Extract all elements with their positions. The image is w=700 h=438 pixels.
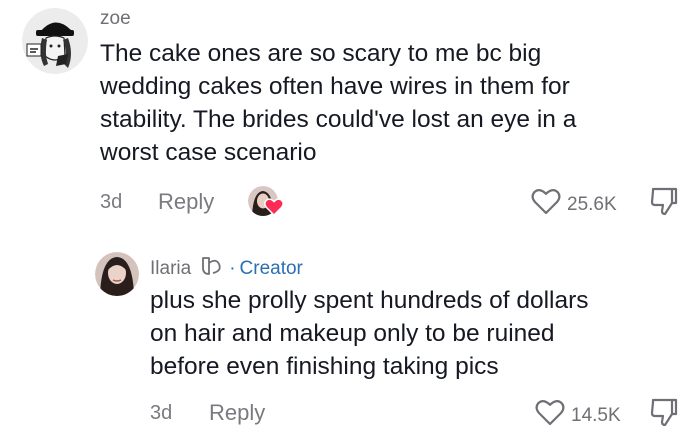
- badge-separator: ·: [229, 258, 236, 279]
- comment-username[interactable]: zoe: [100, 8, 131, 30]
- thumbs-down-icon[interactable]: [650, 397, 678, 432]
- like-count: 14.5K: [571, 404, 621, 426]
- reply-button[interactable]: Reply: [209, 400, 265, 426]
- comment-text-line: worst case scenario: [100, 139, 317, 166]
- comment-text-line: The cake ones are so scary to me bc big: [100, 40, 542, 67]
- comment-text-line: wedding cakes often have wires in them f…: [100, 73, 570, 100]
- reply-header: Ilaria · Creator: [150, 255, 303, 283]
- comment-text: plus she prolly spent hundreds of dollar…: [150, 284, 589, 383]
- comment-text-line: on hair and makeup only to be ruined: [150, 320, 555, 347]
- like-button[interactable]: 14.5K: [535, 399, 621, 432]
- avatar[interactable]: [95, 252, 139, 296]
- comment-text-line: stability. The brides could've lost an e…: [100, 106, 577, 133]
- creator-badge: Creator: [239, 258, 303, 279]
- avatar[interactable]: [22, 8, 88, 74]
- thumbs-down-icon[interactable]: [650, 186, 678, 221]
- comment-text: The cake ones are so scary to me bc big …: [100, 37, 576, 169]
- creator-badge-icon: [199, 255, 225, 283]
- reply-button[interactable]: Reply: [158, 189, 214, 215]
- like-count: 25.6K: [567, 193, 617, 215]
- like-button[interactable]: 25.6K: [531, 188, 617, 221]
- heart-outline-icon: [535, 399, 565, 432]
- comment-text-line: before even finishing taking pics: [150, 353, 499, 380]
- comment-text-line: plus she prolly spent hundreds of dollar…: [150, 287, 589, 314]
- comment-time: 3d: [100, 191, 123, 213]
- heart-outline-icon: [531, 188, 561, 221]
- heart-badge-icon: [264, 198, 284, 221]
- comment-username[interactable]: Ilaria: [150, 258, 191, 280]
- comment-time: 3d: [150, 402, 173, 424]
